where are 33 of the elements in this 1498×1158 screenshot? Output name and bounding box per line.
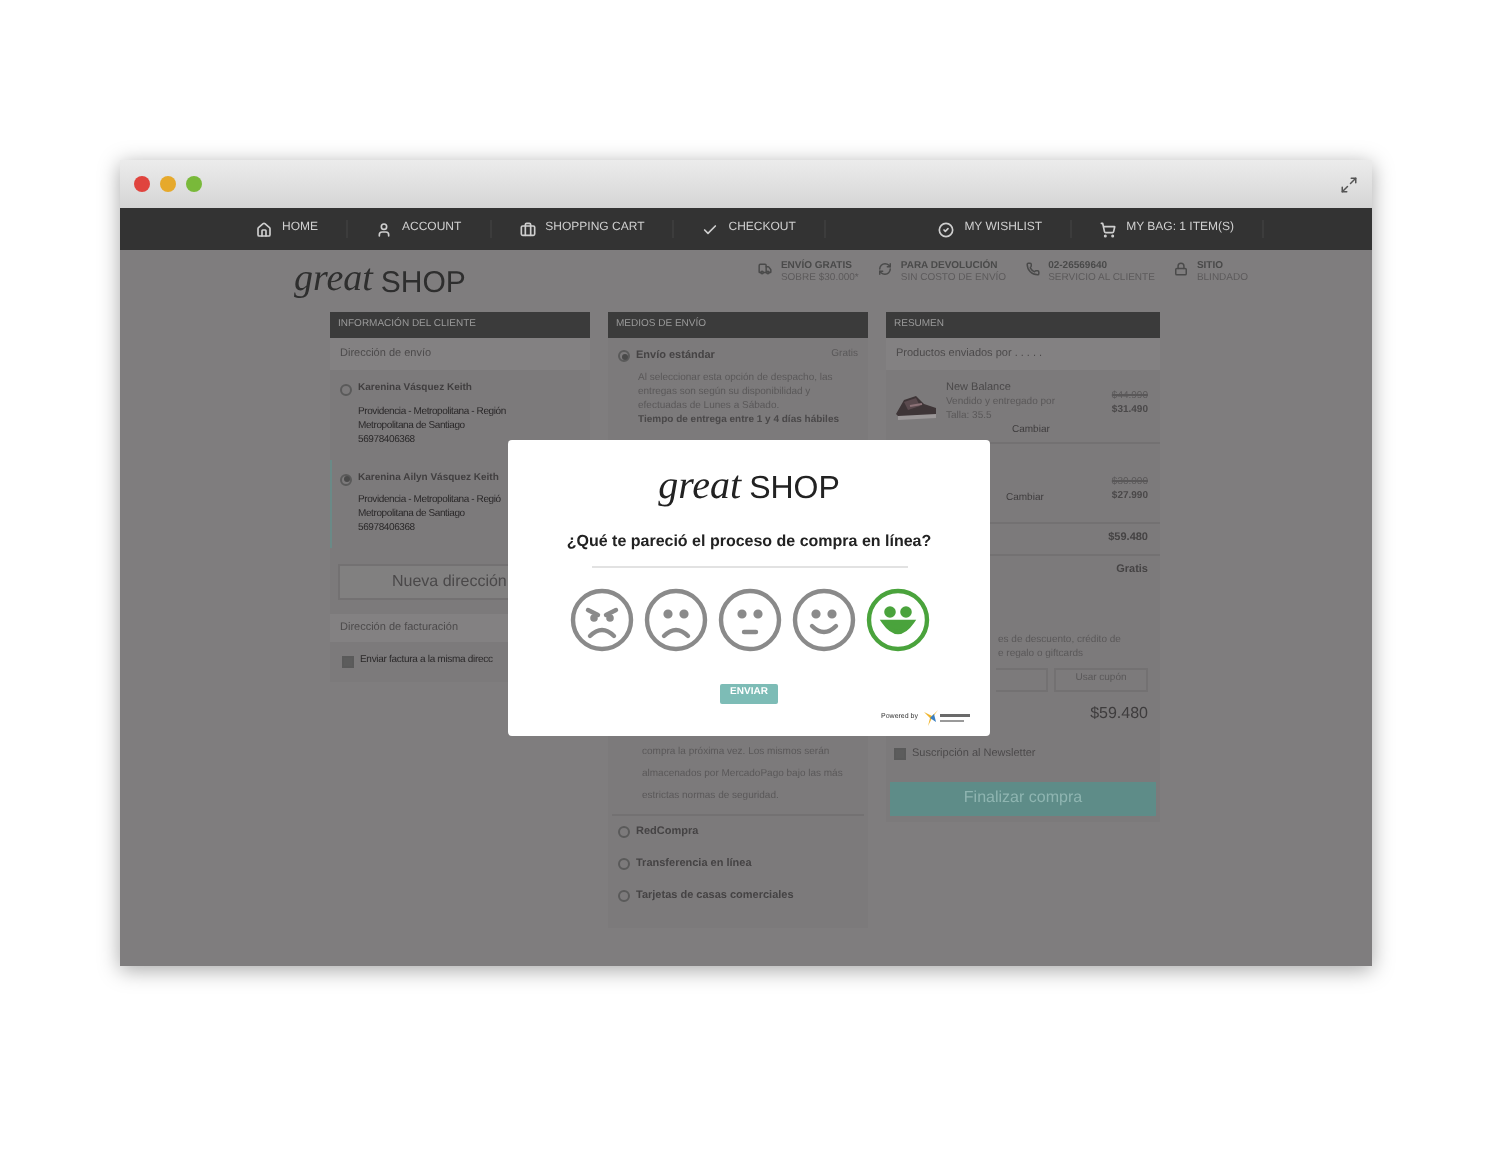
check-circle-icon xyxy=(938,221,955,237)
phone-icon xyxy=(1026,262,1041,276)
radio-button[interactable] xyxy=(340,473,352,485)
refresh-icon xyxy=(878,262,893,276)
sad-face-icon[interactable] xyxy=(643,588,707,652)
brand-logo-icon xyxy=(922,708,974,726)
logo-script: great xyxy=(658,466,742,506)
logo-script: great xyxy=(294,260,373,298)
check-icon xyxy=(702,221,719,237)
checkbox[interactable] xyxy=(894,748,906,761)
neutral-face-icon[interactable] xyxy=(717,588,781,652)
logo-text: SHOP xyxy=(380,268,466,298)
close-button[interactable] xyxy=(134,176,150,192)
laugh-face-icon[interactable] xyxy=(865,588,929,652)
user-icon xyxy=(376,221,392,237)
radio-button[interactable] xyxy=(618,858,630,871)
home-icon xyxy=(256,221,272,237)
minimize-button[interactable] xyxy=(160,176,176,192)
fullscreen-icon[interactable] xyxy=(1340,175,1358,193)
smile-face-icon[interactable] xyxy=(791,588,855,652)
zoom-button[interactable] xyxy=(186,176,202,192)
logo-text: SHOP xyxy=(749,474,840,506)
radio-button[interactable] xyxy=(618,350,630,363)
truck-icon xyxy=(758,262,773,276)
radio-button[interactable] xyxy=(340,384,352,396)
total-value: $59.480 xyxy=(1090,702,1148,726)
cart-icon xyxy=(1100,221,1117,237)
briefcase-icon xyxy=(519,221,536,237)
lock-icon xyxy=(1174,262,1189,276)
radio-button[interactable] xyxy=(618,826,630,839)
radio-button[interactable] xyxy=(618,890,630,903)
angry-face-icon[interactable] xyxy=(569,588,633,652)
checkbox[interactable] xyxy=(342,655,354,668)
